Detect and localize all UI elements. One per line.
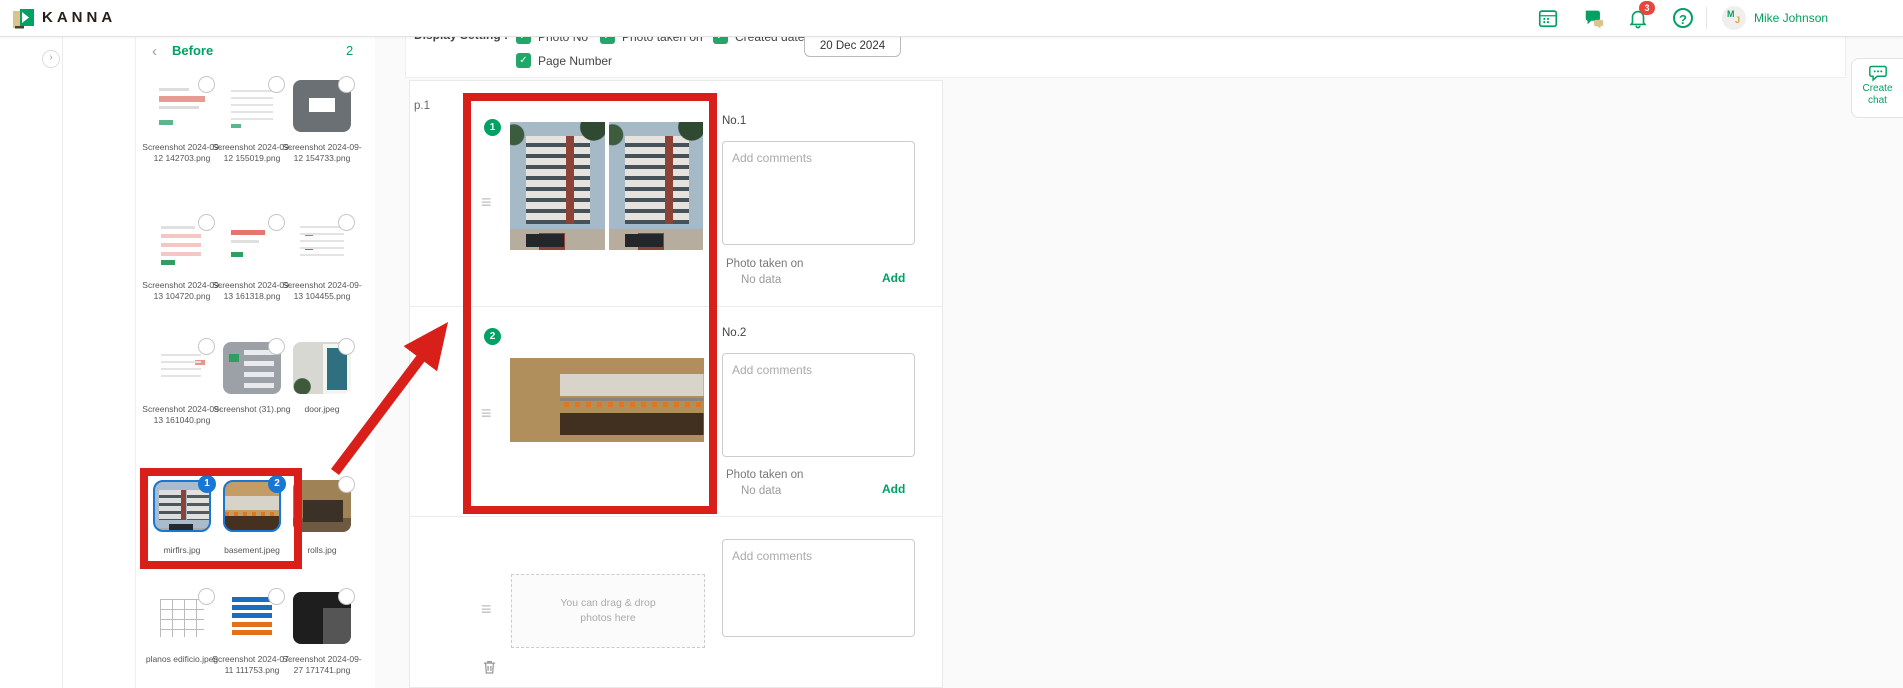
create-chat-icon	[1868, 64, 1888, 82]
photo-taken-on-value: No data	[741, 485, 781, 497]
photo-number-badge: 2	[484, 328, 501, 345]
thumbnail[interactable]	[153, 342, 211, 394]
trash-icon[interactable]	[481, 658, 498, 676]
header-divider	[1706, 7, 1707, 29]
thumbnail[interactable]	[223, 218, 281, 270]
selected-count: 2	[346, 43, 353, 58]
top-header: KANNA 3 ? M J Mike Johnson	[0, 0, 1903, 37]
thumbnail-checkbox[interactable]	[268, 338, 285, 355]
thumbnail-selected[interactable]: 2	[223, 480, 281, 532]
selection-badge: 2	[268, 475, 286, 493]
create-chat-label: Create	[1852, 83, 1903, 95]
back-chevron-icon[interactable]: ‹	[152, 43, 157, 60]
thumbnail[interactable]	[293, 342, 351, 394]
thumbnail-checkbox[interactable]	[198, 76, 215, 93]
created-date-label: Created date	[735, 36, 804, 44]
drag-handle-icon[interactable]: ≡	[481, 602, 492, 616]
thumbnail-checkbox[interactable]	[338, 588, 355, 605]
help-icon[interactable]: ?	[1673, 8, 1693, 28]
thumbnail[interactable]	[223, 592, 281, 644]
thumbnail-selected[interactable]: 1	[153, 480, 211, 532]
kanna-logo-icon[interactable]	[12, 7, 36, 30]
add-date-button[interactable]: Add	[882, 271, 905, 285]
thumbnail[interactable]	[153, 592, 211, 644]
photo-number-badge: 1	[484, 119, 501, 136]
thumbnail-filename: rolls.jpg	[279, 545, 365, 556]
thumbnail-checkbox[interactable]	[338, 338, 355, 355]
photo-no-label: Photo No	[538, 36, 588, 44]
avatar[interactable]: M J	[1722, 6, 1746, 30]
logo-text[interactable]: KANNA	[42, 9, 116, 26]
create-chat-button[interactable]: Create chat	[1851, 58, 1903, 118]
thumbnail-filename: Screenshot 2024-09-27 171741.png	[279, 654, 365, 676]
thumbnail-checkbox[interactable]	[338, 76, 355, 93]
row-divider	[409, 516, 943, 517]
thumbnail[interactable]	[293, 218, 351, 270]
thumbnail-checkbox[interactable]	[268, 588, 285, 605]
entry-number-label: No.2	[722, 327, 746, 339]
photo-taken-on-label: Photo taken on	[726, 469, 803, 481]
comments-input[interactable]	[722, 353, 915, 457]
thumbnail-checkbox[interactable]	[198, 588, 215, 605]
thumbnail[interactable]	[153, 218, 211, 270]
photo-basement[interactable]	[510, 358, 704, 442]
add-date-button[interactable]: Add	[882, 482, 905, 496]
thumbnail-filename: Screenshot 2024-09-12 154733.png	[279, 142, 365, 164]
photo-dropzone[interactable]: You can drag & drop photos here	[511, 574, 705, 648]
thumbnail-filename: door.jpeg	[279, 404, 365, 415]
date-input[interactable]: 20 Dec 2024	[804, 36, 901, 57]
left-sidebar	[0, 36, 63, 688]
thumbnail[interactable]	[293, 480, 351, 532]
thumbnail[interactable]	[223, 342, 281, 394]
photo-taken-on-value: No data	[741, 274, 781, 286]
created-date-checkbox[interactable]: ✓	[713, 36, 728, 44]
create-chat-label: chat	[1852, 95, 1903, 107]
panel-title[interactable]: Before	[172, 43, 213, 58]
page-number-checkbox[interactable]: ✓	[516, 53, 531, 68]
row-divider	[409, 306, 943, 307]
selection-badge: 1	[198, 475, 216, 493]
thumbnail-checkbox[interactable]	[338, 476, 355, 493]
page-number-value: p.1	[414, 100, 430, 112]
notifications-icon[interactable]: 3	[1627, 7, 1649, 29]
photo-taken-checkbox[interactable]: ✓	[600, 36, 615, 44]
photo-buildings[interactable]	[510, 122, 703, 250]
entry-number-label: No.1	[722, 115, 746, 127]
thumbnail-checkbox[interactable]	[198, 214, 215, 231]
photo-buildings-right	[609, 122, 703, 250]
thumbnail-checkbox[interactable]	[268, 76, 285, 93]
calendar-icon[interactable]	[1537, 7, 1559, 29]
user-name[interactable]: Mike Johnson	[1754, 11, 1828, 25]
thumbnail[interactable]	[293, 592, 351, 644]
drag-handle-icon[interactable]: ≡	[481, 195, 492, 209]
photo-taken-label: Photo taken on	[622, 36, 703, 44]
drag-handle-icon[interactable]: ≡	[481, 406, 492, 420]
page-number-label: Page Number	[538, 54, 612, 68]
photo-taken-on-label: Photo taken on	[726, 258, 803, 270]
photo-basement-image	[510, 358, 704, 442]
dropzone-text: You can drag & drop photos here	[549, 596, 667, 626]
thumbnail-filename: Screenshot 2024-09-13 104455.png	[279, 280, 365, 302]
collapse-sidebar-button[interactable]: ›	[42, 50, 60, 68]
thumbnail[interactable]	[293, 80, 351, 132]
notification-badge: 3	[1639, 1, 1655, 15]
thumbnail[interactable]	[223, 80, 281, 132]
panel-border	[135, 36, 136, 688]
photo-no-checkbox[interactable]: ✓	[516, 36, 531, 44]
photo-buildings-left	[510, 122, 605, 250]
comments-input[interactable]	[722, 141, 915, 245]
thumbnail-checkbox[interactable]	[268, 214, 285, 231]
comments-input[interactable]	[722, 539, 915, 637]
kanna-app: KANNA 3 ? M J Mike Johnson	[0, 0, 1903, 688]
thumbnail-checkbox[interactable]	[198, 338, 215, 355]
display-settings-bar: Display Setting : ✓ Photo No ✓ Photo tak…	[405, 36, 1846, 78]
thumbnail[interactable]	[153, 80, 211, 132]
chat-icon[interactable]	[1583, 7, 1605, 29]
thumbnail-checkbox[interactable]	[338, 214, 355, 231]
